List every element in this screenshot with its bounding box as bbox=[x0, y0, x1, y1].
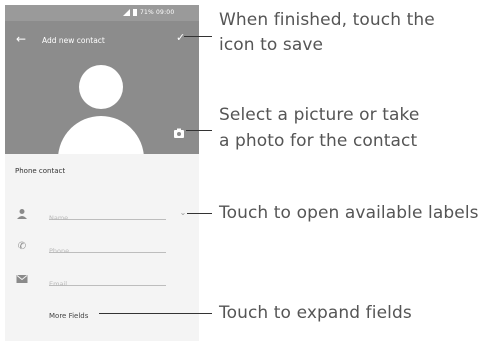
phone-screen: 71% 09:00 ← Add new contact ✓ Phone cont… bbox=[5, 5, 199, 341]
avatar-body bbox=[58, 116, 144, 154]
callout-photo-line1: Select a picture or take bbox=[219, 105, 420, 125]
email-input[interactable] bbox=[49, 280, 166, 288]
arrow-left-icon[interactable]: ← bbox=[16, 33, 26, 45]
avatar-head bbox=[79, 65, 123, 109]
callout-expand: Touch to expand fields bbox=[219, 303, 412, 323]
camera-icon[interactable] bbox=[174, 128, 184, 138]
page-title: Add new contact bbox=[42, 36, 105, 45]
callout-save-line1: When finished, touch the bbox=[219, 10, 435, 30]
email-field[interactable] bbox=[49, 271, 166, 288]
callout-labels: Touch to open available labels bbox=[219, 203, 479, 223]
contact-photo bbox=[5, 63, 199, 154]
name-field[interactable] bbox=[49, 205, 166, 222]
status-text: 71% 09:00 bbox=[140, 9, 175, 16]
name-input[interactable] bbox=[49, 214, 166, 222]
callout-line-labels bbox=[187, 213, 212, 214]
callout-line-save bbox=[184, 36, 212, 37]
person-icon bbox=[16, 208, 28, 220]
signal-icon bbox=[123, 9, 130, 16]
callout-line-expand bbox=[99, 313, 212, 314]
checkmark-icon[interactable]: ✓ bbox=[176, 32, 185, 44]
phone-icon: ✆ bbox=[17, 241, 27, 252]
status-bar: 71% 09:00 bbox=[5, 5, 199, 21]
mail-icon bbox=[16, 273, 28, 285]
callout-photo-line2: a photo for the contact bbox=[219, 131, 418, 151]
app-bar: ← Add new contact ✓ bbox=[5, 21, 199, 63]
battery-icon bbox=[133, 9, 137, 16]
phone-field[interactable] bbox=[49, 238, 166, 255]
section-title: Phone contact bbox=[15, 167, 66, 175]
callout-save-line2: icon to save bbox=[219, 35, 324, 55]
more-fields-button[interactable]: More Fields bbox=[49, 312, 88, 320]
phone-input[interactable] bbox=[49, 247, 166, 255]
callout-line-photo bbox=[186, 130, 212, 131]
